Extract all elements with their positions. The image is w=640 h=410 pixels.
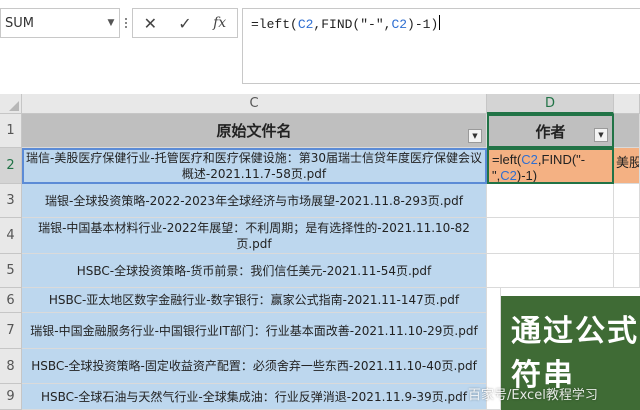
cell-e2[interactable]: 美股 xyxy=(614,148,640,184)
select-all-corner[interactable] xyxy=(0,94,22,114)
watermark: 百家号/Excel教程学习 xyxy=(468,388,598,403)
cell-empty[interactable] xyxy=(614,184,640,218)
cell-e1[interactable] xyxy=(614,114,640,148)
filter-dropdown-icon[interactable]: ▼ xyxy=(594,128,608,142)
cell-filename[interactable]: 瑞银-中国金融服务行业-中国银行业IT部门：行业基本面改善-2021.11.10… xyxy=(22,313,487,349)
name-box[interactable]: SUM ▼ xyxy=(0,8,120,38)
cell-filename[interactable]: HSBC-全球石油与天然气行业-全球集成油：行业反弹消退-2021.11.9-3… xyxy=(22,384,487,410)
cell-filename[interactable]: 瑞银-全球投资策略-2022-2023年全球经济与市场展望-2021.11.8-… xyxy=(22,184,487,218)
cell-filename[interactable]: 瑞银-中国基本材料行业-2022年展望：不利周期；是有选择性的-2021.11.… xyxy=(22,218,487,254)
row-header[interactable]: 1 xyxy=(0,114,22,148)
formula-input[interactable]: =left(C2,FIND("-",C2)-1) xyxy=(242,8,640,84)
formula-area: SUM ▼ ✕ ✓ fx =left(C2,FIND("-",C2)-1) xyxy=(0,0,640,84)
text-caret xyxy=(439,15,441,30)
filter-dropdown-icon[interactable]: ▼ xyxy=(468,129,482,143)
cell-text: 瑞银-全球投资策略-2022-2023年全球经济与市场展望-2021.11.8-… xyxy=(45,193,463,208)
row-header[interactable]: 8 xyxy=(0,349,22,384)
row-header[interactable]: 7 xyxy=(0,313,22,349)
formula-ref: C2 xyxy=(521,152,538,167)
chevron-down-icon[interactable]: ▼ xyxy=(103,18,119,28)
drag-handle-icon[interactable] xyxy=(122,8,130,38)
row-header[interactable]: 9 xyxy=(0,384,22,410)
cell-filename[interactable]: HSBC-全球投资策略-货币前景：我们信任美元-2021.11-54页.pdf xyxy=(22,254,487,288)
formula-ref: C2 xyxy=(500,168,517,183)
formula-ref: C2 xyxy=(391,17,408,32)
formula-buttons: ✕ ✓ fx xyxy=(132,8,238,38)
cell-text: 瑞银-中国金融服务行业-中国银行业IT部门：行业基本面改善-2021.11.10… xyxy=(30,323,478,338)
name-box-value[interactable]: SUM xyxy=(1,16,103,31)
cell-text: HSBC-全球投资策略-固定收益资产配置：必须舍弃一些东西-2021.11.10… xyxy=(31,359,477,373)
check-icon[interactable]: ✓ xyxy=(171,9,199,37)
cell-filename[interactable]: 瑞信-美股医疗保健行业-托管医疗和医疗保健设施：第30届瑞士信贷年度医疗保健会议… xyxy=(22,148,487,184)
formula-mid: ,FIND("-", xyxy=(313,17,392,32)
cell-filename[interactable]: HSBC-亚太地区数字金融行业-数字银行：赢家公式指南-2021.11-147页… xyxy=(22,288,487,313)
formula-ref: C2 xyxy=(297,17,314,32)
row-header[interactable]: 5 xyxy=(0,254,22,288)
cell-text: HSBC-全球投资策略-货币前景：我们信任美元-2021.11-54页.pdf xyxy=(76,263,432,278)
cell-d2-formula[interactable]: =left(C2,FIND("-",C2)-1) xyxy=(487,148,614,184)
row-header[interactable]: 4 xyxy=(0,218,22,254)
cell-empty[interactable] xyxy=(614,254,640,288)
column-header-e[interactable] xyxy=(614,94,640,114)
cell-empty[interactable] xyxy=(614,218,640,254)
insert-function-button[interactable]: fx xyxy=(206,9,234,37)
row-header[interactable]: 6 xyxy=(0,288,22,313)
cell-filename[interactable]: HSBC-全球投资策略-固定收益资产配置：必须舍弃一些东西-2021.11.10… xyxy=(22,349,487,384)
formula-prefix: =left( xyxy=(251,17,298,32)
header-label: 原始文件名 xyxy=(216,122,292,140)
row-header[interactable]: 3 xyxy=(0,184,22,218)
cell-text: 美股 xyxy=(616,156,640,171)
row-header[interactable]: 2 xyxy=(0,148,22,184)
cell-text: 瑞银-中国基本材料行业-2022年展望：不利周期；是有选择性的-2021.11.… xyxy=(38,220,470,251)
fx-icon: fx xyxy=(213,15,227,31)
cell-empty[interactable] xyxy=(487,218,614,254)
caption-line: 通过公式 xyxy=(511,314,639,349)
formula-prefix: =left( xyxy=(492,152,522,167)
cell-text: HSBC-全球石油与天然气行业-全球集成油：行业反弹消退-2021.11.9-3… xyxy=(41,389,467,404)
column-header-d[interactable]: D xyxy=(487,94,614,114)
header-cell-original-filename[interactable]: 原始文件名 ▼ xyxy=(22,114,487,148)
header-label: 作者 xyxy=(535,122,566,141)
cell-empty[interactable] xyxy=(487,184,614,218)
formula-suffix: )-1) xyxy=(407,17,439,32)
cell-text: HSBC-亚太地区数字金融行业-数字银行：赢家公式指南-2021.11-147页… xyxy=(48,293,460,307)
column-header-c[interactable]: C xyxy=(22,94,487,114)
cell-text: 瑞信-美股医疗保健行业-托管医疗和医疗保健设施：第30届瑞士信贷年度医疗保健会议… xyxy=(26,150,482,181)
header-cell-author[interactable]: 作者 ▼ xyxy=(487,114,614,148)
formula-suffix: )-1) xyxy=(516,168,538,183)
cancel-icon[interactable]: ✕ xyxy=(136,9,164,37)
cell-empty[interactable] xyxy=(487,254,614,288)
